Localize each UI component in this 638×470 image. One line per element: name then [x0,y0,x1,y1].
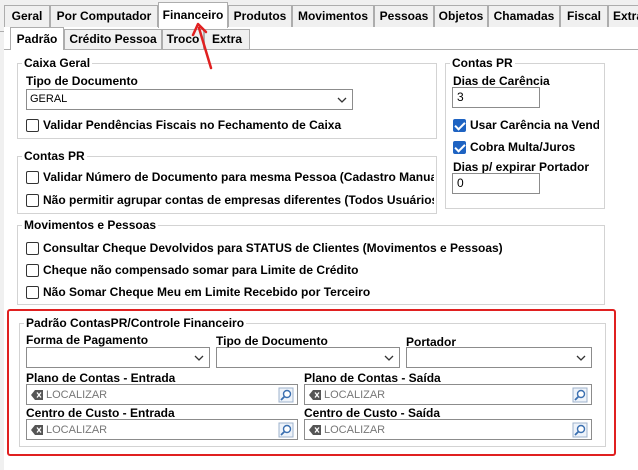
validar-pendencias-checkbox[interactable]: Validar Pendências Fiscais no Fechamento… [26,117,341,133]
subtab-padrao[interactable]: Padrão [10,27,64,50]
chevron-down-icon [576,355,586,361]
plano-entrada-label: Plano de Contas - Entrada [26,371,176,385]
checkbox-box [453,118,466,132]
checkbox-box [453,140,466,154]
checkbox-box [26,193,39,207]
tab-movimentos[interactable]: Movimentos [292,5,374,27]
cobra-multa-checkbox[interactable]: Cobra Multa/Juros [453,139,575,155]
cheque-nao-compensado-label: Cheque não compensado somar para Limite … [43,263,359,277]
cobra-multa-label: Cobra Multa/Juros [470,140,576,154]
nao-somar-cheque-checkbox[interactable]: Não Somar Cheque Meu em Limite Recebido … [26,284,370,300]
magnifier-icon[interactable] [278,422,294,438]
subtab-credito-pessoa[interactable]: Crédito Pessoa [64,29,162,49]
plano-saida-label: Plano de Contas - Saída [304,371,441,385]
financeiro-panel: Padrão Crédito Pessoa Troco Extra Caixa … [4,27,638,470]
main-tab-strip: Geral Por Computador Financeiro Produtos… [0,2,638,32]
lookup-placeholder: LOCALIZAR [324,423,386,436]
subtab-border [4,49,638,50]
plano-entrada-lookup[interactable]: LOCALIZAR [26,384,298,405]
lookup-placeholder: LOCALIZAR [46,388,108,401]
group-contas-pr-right-title: Contas PR [450,56,515,70]
nao-somar-cheque-label: Não Somar Cheque Meu em Limite Recebido … [43,285,371,299]
consultar-cheque-label: Consultar Cheque Devolvidos para STATUS … [43,241,503,255]
validar-numero-checkbox[interactable]: Validar Número de Documento para mesma P… [26,169,434,185]
tipo-documento-value: GERAL [30,93,68,105]
dias-carencia-input[interactable]: 3 [452,87,540,108]
tab-objetos[interactable]: Objetos [434,5,488,27]
tipo-documento-label: Tipo de Documento [26,74,138,88]
usar-carencia-label: Usar Carência na Vend [470,118,599,132]
annotation-arrow [191,22,213,70]
validar-pendencias-label: Validar Pendências Fiscais no Fechamento… [43,118,342,132]
dias-expirar-label: Dias p/ expirar Portador [453,160,590,174]
dias-expirar-input[interactable]: 0 [452,173,540,194]
tab-extra[interactable]: Extra [608,5,638,27]
lookup-placeholder: LOCALIZAR [324,388,386,401]
tab-pessoas[interactable]: Pessoas [374,5,434,27]
centro-saida-lookup[interactable]: LOCALIZAR [304,419,592,440]
chevron-down-icon [337,97,347,103]
dias-carencia-label: Dias de Carência [453,74,550,88]
magnifier-icon[interactable] [572,422,588,438]
clear-icon[interactable] [31,424,43,435]
tipo-documento-padrao-select[interactable] [216,347,400,368]
portador-select[interactable] [406,347,592,368]
consultar-cheque-checkbox[interactable]: Consultar Cheque Devolvidos para STATUS … [26,240,503,256]
group-movimentos-pessoas-title: Movimentos e Pessoas [22,218,159,232]
usar-carencia-checkbox[interactable]: Usar Carência na Vend [453,117,599,133]
magnifier-icon[interactable] [278,387,294,403]
nao-permitir-checkbox[interactable]: Não permitir agrupar contas de empresas … [26,192,434,208]
chevron-down-icon [194,355,204,361]
plano-saida-lookup[interactable]: LOCALIZAR [304,384,592,405]
tipo-documento-select[interactable]: GERAL [26,89,353,110]
group-caixa-geral-title: Caixa Geral [22,56,93,70]
checkbox-box [26,118,39,132]
chevron-down-icon [384,355,394,361]
cheque-nao-compensado-checkbox[interactable]: Cheque não compensado somar para Limite … [26,262,358,278]
lookup-placeholder: LOCALIZAR [46,423,108,436]
tab-chamadas[interactable]: Chamadas [488,5,560,27]
checkbox-box [26,263,39,277]
group-padrao-contas-title: Padrão ContasPR/Controle Financeiro [24,316,247,330]
forma-pagamento-select[interactable] [26,347,210,368]
tab-geral[interactable]: Geral [4,5,50,27]
tab-fiscal[interactable]: Fiscal [560,5,608,27]
group-contas-pr-left-title: Contas PR [22,149,87,163]
checkbox-box [26,285,39,299]
nao-permitir-label: Não permitir agrupar contas de empresas … [43,193,434,207]
tipo-documento-padrao-label: Tipo de Documento [216,334,328,348]
checkbox-box [26,241,39,255]
centro-saida-label: Centro de Custo - Saída [304,406,441,420]
validar-numero-label: Validar Número de Documento para mesma P… [43,170,434,184]
tab-produtos[interactable]: Produtos [228,5,292,27]
centro-entrada-lookup[interactable]: LOCALIZAR [26,419,298,440]
clear-icon[interactable] [309,389,321,400]
tab-por-computador[interactable]: Por Computador [50,5,158,27]
clear-icon[interactable] [31,389,43,400]
centro-entrada-label: Centro de Custo - Entrada [26,406,175,420]
clear-icon[interactable] [309,424,321,435]
magnifier-icon[interactable] [572,387,588,403]
checkbox-box [26,170,39,184]
forma-pagamento-label: Forma de Pagamento [26,333,149,347]
